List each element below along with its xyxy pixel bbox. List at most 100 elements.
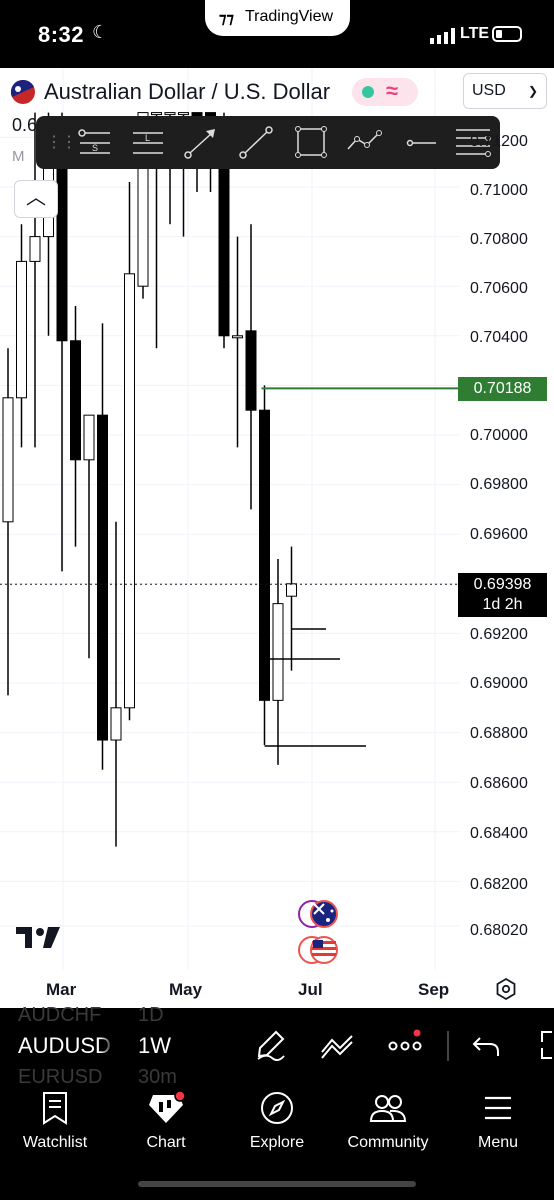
bar-countdown: 1d 2h	[482, 596, 523, 613]
svg-text:L: L	[145, 133, 150, 143]
app-pill-label: TradingView	[245, 8, 334, 25]
bullish-candle	[286, 546, 297, 671]
current-price-value: 0.69398	[473, 576, 532, 593]
price-tick: 0.68600	[470, 775, 528, 792]
price-tick: 0.68800	[470, 725, 528, 742]
time-tick: Sep	[418, 980, 450, 999]
community-icon	[370, 1095, 406, 1122]
candle-body	[259, 409, 270, 701]
bullish-candle	[16, 224, 27, 448]
symbol-header[interactable]: Australian Dollar / U.S. Dollar	[10, 78, 330, 106]
svg-text:S: S	[92, 143, 98, 153]
price-tick: 0.69800	[470, 476, 528, 493]
more-options-icon[interactable]	[388, 1028, 422, 1062]
bearish-candle	[259, 385, 270, 745]
fullscreen-icon[interactable]	[536, 1028, 554, 1062]
candle-body	[29, 236, 41, 262]
chevron-up-icon: ︿	[26, 187, 46, 209]
horizontal-ray-icon[interactable]	[400, 125, 438, 161]
currency-select[interactable]: USD ❯	[463, 73, 547, 109]
prev-symbol[interactable]: AUDCHF	[18, 1004, 101, 1027]
horizontal-lines-L-icon[interactable]: L	[129, 125, 167, 161]
aud-event-flag-icon[interactable]	[297, 899, 339, 929]
tradingview-watermark-icon[interactable]	[16, 924, 62, 950]
home-indicator	[138, 1181, 416, 1187]
time-tick: Mar	[46, 980, 77, 999]
chart-grid	[0, 68, 460, 970]
usd-event-flag-icon[interactable]	[297, 935, 339, 965]
tab-menu[interactable]: Menu	[443, 1090, 553, 1154]
drag-handle-icon[interactable]: ⋮⋮	[46, 132, 77, 152]
trend-line-icon[interactable]	[237, 125, 275, 161]
price-tick: 0.71000	[470, 182, 528, 199]
interval-selector[interactable]: 1W	[138, 1033, 171, 1059]
bullish-candle	[2, 348, 14, 696]
undo-icon[interactable]	[470, 1028, 504, 1062]
bullish-candle	[232, 236, 243, 448]
menu-icon	[485, 1096, 511, 1120]
indicators-icon[interactable]	[320, 1028, 354, 1062]
compass-icon	[261, 1092, 293, 1124]
price-tick: 0.70800	[470, 231, 528, 248]
arrow-icon[interactable]	[182, 125, 220, 161]
candle-body	[286, 583, 297, 597]
tab-label: Explore	[249, 1134, 305, 1151]
candle-body	[164, 112, 176, 116]
ohlc-partial: 0.6	[12, 115, 38, 135]
price-tick: 0.69600	[470, 526, 528, 543]
price-tick: 0.68020	[470, 922, 528, 939]
clock: 8:32	[38, 22, 85, 47]
price-tick: 0.70000	[470, 427, 528, 444]
pen-icon[interactable]	[254, 1028, 288, 1062]
candle-body	[151, 112, 162, 116]
rectangle-icon[interactable]	[292, 125, 330, 161]
watchlist-icon	[43, 1092, 67, 1125]
aud-usd-flag-icon	[10, 79, 35, 104]
candle-body	[110, 707, 122, 741]
alert-price-label[interactable]: 0.70188	[458, 377, 547, 401]
bullish-candle	[272, 559, 284, 765]
tab-community[interactable]: Community	[333, 1090, 443, 1154]
market-status[interactable]: ≈	[352, 78, 418, 106]
current-price-label: 0.69398 1d 2h	[458, 573, 547, 617]
chart-overlays	[0, 387, 458, 747]
horizontal-lines-S-icon[interactable]: S	[76, 125, 114, 161]
price-tick: 0.69000	[470, 675, 528, 692]
price-tick: 0.68200	[470, 876, 528, 893]
bearish-candle	[56, 112, 68, 572]
symbol-fade	[100, 1010, 114, 1080]
candle-body	[2, 397, 14, 523]
candles	[2, 112, 297, 847]
price-tick: 0.70400	[470, 329, 528, 346]
divider	[447, 1031, 449, 1061]
candle-body	[70, 340, 81, 461]
signal-icon	[430, 28, 455, 44]
chart-icon	[149, 1091, 185, 1123]
market-open-dot-icon	[362, 86, 374, 98]
prev-interval[interactable]: 1D	[138, 1004, 164, 1027]
battery-icon	[492, 26, 522, 42]
time-tick: May	[169, 980, 203, 999]
price-tick: 0.68400	[470, 825, 528, 842]
bullish-candle	[83, 414, 95, 659]
chart-settings-icon[interactable]	[494, 977, 518, 1001]
collapse-legend-button[interactable]: ︿	[14, 180, 58, 218]
currency-value: USD	[472, 82, 506, 99]
app-pill[interactable]: ⁊⁊ TradingView	[205, 0, 350, 36]
candle-body	[83, 414, 95, 461]
path-icon[interactable]	[345, 125, 383, 161]
candle-body	[178, 112, 189, 116]
symbol-selector[interactable]: AUDUSD	[18, 1033, 111, 1059]
tab-watchlist[interactable]: Watchlist	[0, 1090, 110, 1154]
tab-chart[interactable]: Chart	[111, 1090, 221, 1154]
tradingview-logo-icon: ⁊⁊	[219, 10, 234, 27]
tab-label: Chart	[146, 1134, 186, 1151]
price-tick: 0.70600	[470, 280, 528, 297]
symbol-title: Australian Dollar / U.S. Dollar	[44, 79, 331, 104]
time-tick: Jul	[298, 980, 323, 999]
bullish-candle	[110, 521, 122, 847]
tab-explore[interactable]: Explore	[222, 1090, 332, 1154]
bullish-candle	[124, 182, 135, 721]
do-not-disturb-icon: ☾	[92, 22, 109, 42]
drawing-toolbar: ⋮⋮ S L	[36, 116, 500, 169]
